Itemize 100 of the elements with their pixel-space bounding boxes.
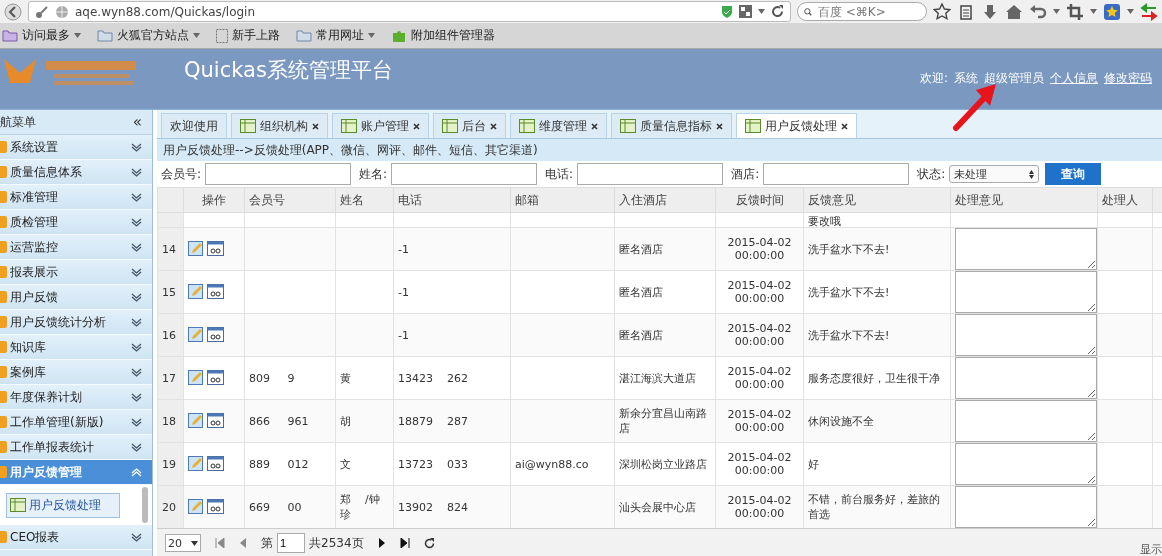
view-icon[interactable] bbox=[207, 370, 224, 385]
tab[interactable]: 组织机构 bbox=[231, 113, 328, 138]
remark-field[interactable] bbox=[955, 314, 1097, 356]
bookmark-item[interactable]: 火狐官方站点 bbox=[97, 27, 200, 44]
table-cell: 2015-04-02 00:00:00 bbox=[715, 485, 804, 528]
refresh-icon[interactable] bbox=[423, 537, 435, 549]
sidebar-item[interactable]: 工作单报表统计 bbox=[0, 435, 152, 460]
sidebar-item[interactable]: 质量信息体系 bbox=[0, 160, 152, 185]
crop-icon[interactable] bbox=[1066, 2, 1084, 21]
previous-page-icon[interactable] bbox=[239, 538, 247, 548]
tab[interactable]: 账户管理 bbox=[332, 113, 429, 138]
close-icon[interactable] bbox=[591, 122, 598, 130]
tab[interactable]: 后台 bbox=[433, 113, 506, 138]
bookmark-item[interactable]: 附加组件管理器 bbox=[391, 27, 495, 44]
chevron-down-icon bbox=[131, 392, 142, 402]
table-cell: 匿名酒店 bbox=[614, 313, 716, 357]
tab[interactable]: 质量信息指标 bbox=[611, 113, 732, 138]
tab[interactable]: 用户反馈处理 bbox=[736, 113, 857, 138]
view-icon[interactable] bbox=[207, 413, 224, 428]
sidebar-item[interactable]: 用户反馈 bbox=[0, 285, 152, 310]
first-page-icon[interactable] bbox=[215, 538, 225, 548]
shield-icon[interactable] bbox=[721, 4, 733, 19]
view-icon[interactable] bbox=[207, 327, 224, 342]
address-bar[interactable]: aqe.wyn88.com/Quickas/login bbox=[28, 1, 791, 22]
undo-icon[interactable] bbox=[1029, 2, 1047, 21]
edit-icon[interactable] bbox=[188, 370, 204, 386]
remark-field[interactable] bbox=[955, 486, 1097, 528]
remark-field[interactable] bbox=[955, 357, 1097, 399]
edit-icon[interactable] bbox=[188, 241, 204, 257]
filter-field[interactable] bbox=[391, 163, 538, 185]
filter-field[interactable] bbox=[205, 163, 352, 185]
view-icon[interactable] bbox=[207, 456, 224, 471]
collapse-button[interactable]: « bbox=[132, 113, 142, 131]
qr-code-icon[interactable] bbox=[739, 5, 752, 18]
next-page-icon[interactable] bbox=[377, 538, 386, 548]
bookmark-item[interactable]: 新手上路 bbox=[216, 27, 280, 44]
close-icon[interactable] bbox=[490, 122, 497, 130]
bookmark-item[interactable]: 常用网址 bbox=[296, 27, 375, 44]
remark-field[interactable] bbox=[955, 443, 1097, 485]
folder-icon bbox=[0, 441, 7, 453]
close-icon[interactable] bbox=[413, 122, 420, 130]
edit-icon[interactable] bbox=[188, 327, 204, 343]
view-icon[interactable] bbox=[207, 284, 224, 299]
edit-icon[interactable] bbox=[188, 413, 204, 429]
filter-label: 电话: bbox=[545, 165, 574, 183]
close-icon[interactable] bbox=[716, 122, 723, 130]
remark-field[interactable] bbox=[955, 228, 1097, 270]
sync-arrows-icon[interactable] bbox=[1140, 2, 1158, 21]
user-name: 系统 bbox=[954, 70, 978, 87]
sidebar-item[interactable]: 系统设置 bbox=[0, 135, 152, 160]
edit-icon[interactable] bbox=[188, 284, 204, 300]
bookmark-item[interactable]: 访问最多 bbox=[2, 27, 81, 44]
close-icon[interactable] bbox=[312, 122, 319, 130]
edit-icon[interactable] bbox=[188, 456, 204, 472]
column-header: 邮箱 bbox=[510, 187, 615, 213]
sidebar-item[interactable]: 知识库 bbox=[0, 335, 152, 360]
table-cell: 新余分宜昌山南路店 bbox=[614, 399, 716, 443]
search-field[interactable]: 百度 <⌘K> bbox=[797, 2, 927, 21]
sidebar-item[interactable]: 用户反馈统计分析 bbox=[0, 310, 152, 335]
status-dropdown[interactable]: 未处理 bbox=[949, 165, 1040, 183]
folder-icon bbox=[0, 341, 7, 353]
row-number: 19 bbox=[157, 442, 184, 486]
sidebar-item[interactable]: 报表展示 bbox=[0, 260, 152, 285]
filter-field[interactable] bbox=[577, 163, 724, 185]
close-icon[interactable] bbox=[841, 122, 848, 130]
clipboard-icon[interactable] bbox=[957, 2, 975, 21]
table-cell: 866 961 bbox=[244, 399, 336, 443]
star-icon[interactable] bbox=[933, 2, 951, 21]
reload-icon[interactable] bbox=[771, 5, 784, 18]
tab[interactable]: 欢迎使用 bbox=[161, 113, 227, 138]
folder-icon bbox=[0, 166, 7, 178]
page-total: 共2534页 bbox=[309, 534, 364, 552]
remark-field[interactable] bbox=[955, 271, 1097, 313]
tab[interactable]: 维度管理 bbox=[510, 113, 607, 138]
sidebar-item[interactable]: 质检管理 bbox=[0, 210, 152, 235]
scrollbar[interactable] bbox=[142, 487, 148, 523]
globe-icon bbox=[55, 4, 69, 19]
table-icon bbox=[519, 119, 535, 133]
back-icon[interactable] bbox=[4, 2, 22, 21]
filter-field[interactable] bbox=[763, 163, 910, 185]
sidebar-item[interactable]: CEO报表 bbox=[0, 525, 152, 550]
submenu-item[interactable]: 用户反馈处理 bbox=[6, 492, 120, 518]
table-cell: 匿名酒店 bbox=[614, 227, 716, 271]
sidebar-item[interactable]: 年度保养计划 bbox=[0, 385, 152, 410]
page-field[interactable]: 1 bbox=[277, 533, 305, 553]
column-header: 处理意见 bbox=[950, 187, 1098, 213]
sidebar-item[interactable]: 工作单管理(新版) bbox=[0, 410, 152, 435]
home-icon[interactable] bbox=[1005, 2, 1023, 21]
sidebar-item[interactable]: 运营监控 bbox=[0, 235, 152, 260]
download-icon[interactable] bbox=[981, 2, 999, 21]
last-page-icon[interactable] bbox=[399, 538, 410, 548]
view-icon[interactable] bbox=[207, 499, 224, 514]
row-number: 18 bbox=[157, 399, 184, 443]
query-button[interactable]: 查询 bbox=[1045, 163, 1102, 185]
page-size-dropdown[interactable]: 20 bbox=[165, 534, 201, 552]
view-icon[interactable] bbox=[207, 241, 224, 256]
edit-icon[interactable] bbox=[188, 499, 204, 515]
sidebar-item[interactable]: 标准管理 bbox=[0, 185, 152, 210]
sidebar-item[interactable]: 案例库 bbox=[0, 360, 152, 385]
remark-field[interactable] bbox=[955, 400, 1097, 442]
